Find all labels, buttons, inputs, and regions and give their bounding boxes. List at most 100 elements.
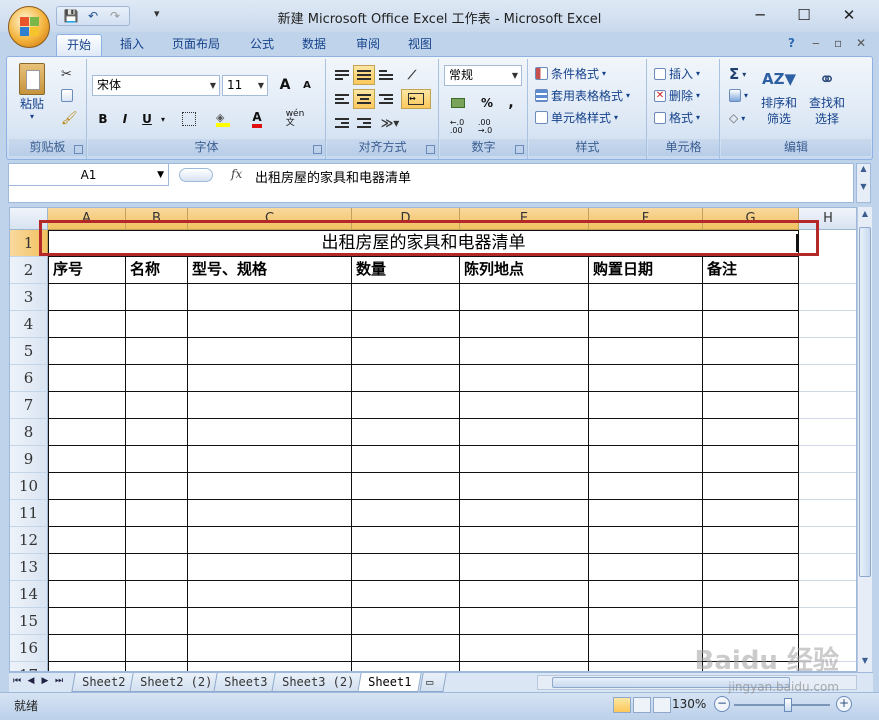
table-header-cell[interactable]: 名称: [126, 257, 188, 284]
alignment-launcher-icon[interactable]: [426, 145, 435, 154]
row-header[interactable]: 16: [10, 635, 48, 662]
zoom-slider-thumb[interactable]: [784, 698, 792, 712]
table-cell[interactable]: [126, 635, 188, 662]
table-cell[interactable]: [188, 662, 352, 671]
number-format-select[interactable]: 常规 ▼: [444, 65, 522, 86]
row-header[interactable]: 6: [10, 365, 48, 392]
table-cell[interactable]: [703, 554, 799, 581]
font-launcher-icon[interactable]: [313, 145, 322, 154]
table-cell[interactable]: [352, 527, 460, 554]
table-cell[interactable]: [188, 527, 352, 554]
row-header[interactable]: 10: [10, 473, 48, 500]
table-cell[interactable]: [703, 419, 799, 446]
table-cell[interactable]: [589, 473, 703, 500]
table-cell[interactable]: [352, 392, 460, 419]
table-cell[interactable]: [799, 284, 856, 311]
table-cell[interactable]: [126, 446, 188, 473]
conditional-format-button[interactable]: 条件格式 ▾: [535, 65, 606, 82]
minimize-button[interactable]: ─: [737, 0, 783, 30]
table-header-cell[interactable]: 型号、规格: [188, 257, 352, 284]
ribbon-close-icon[interactable]: ✕: [856, 36, 866, 50]
number-launcher-icon[interactable]: [515, 145, 524, 154]
table-cell[interactable]: [48, 473, 126, 500]
table-cell[interactable]: [589, 527, 703, 554]
table-cell[interactable]: [589, 554, 703, 581]
table-cell[interactable]: [589, 581, 703, 608]
table-cell[interactable]: [799, 392, 856, 419]
table-cell[interactable]: [188, 581, 352, 608]
page-layout-view-icon[interactable]: [633, 697, 651, 713]
table-cell[interactable]: [589, 608, 703, 635]
first-sheet-icon[interactable]: ⏮: [11, 676, 23, 686]
table-cell[interactable]: [126, 392, 188, 419]
tab-review[interactable]: 审阅: [346, 34, 390, 56]
table-cell[interactable]: [188, 311, 352, 338]
table-cell[interactable]: [703, 365, 799, 392]
table-cell[interactable]: [188, 419, 352, 446]
table-cell[interactable]: [352, 581, 460, 608]
table-cell[interactable]: [188, 635, 352, 662]
row-header[interactable]: 11: [10, 500, 48, 527]
table-cell[interactable]: [48, 662, 126, 671]
table-cell[interactable]: [188, 365, 352, 392]
formula-input[interactable]: 出租房屋的家具和电器清单: [255, 167, 411, 186]
table-cell[interactable]: [352, 311, 460, 338]
merge-center-button[interactable]: ↔: [401, 89, 431, 109]
row-header[interactable]: 8: [10, 419, 48, 446]
table-cell[interactable]: [799, 581, 856, 608]
align-right-icon[interactable]: [375, 89, 397, 109]
table-cell[interactable]: [703, 446, 799, 473]
table-cell[interactable]: [460, 446, 589, 473]
shrink-font-button[interactable]: A: [296, 75, 318, 95]
table-cell[interactable]: [188, 446, 352, 473]
table-cell[interactable]: [352, 284, 460, 311]
table-cell[interactable]: [48, 365, 126, 392]
table-cell[interactable]: [460, 635, 589, 662]
table-cell[interactable]: [126, 473, 188, 500]
table-cell[interactable]: [48, 419, 126, 446]
tab-home[interactable]: 开始: [56, 34, 103, 56]
table-cell[interactable]: [48, 581, 126, 608]
table-cell[interactable]: [352, 662, 460, 671]
row-header[interactable]: 17: [10, 662, 48, 671]
tab-page-layout[interactable]: 页面布局: [162, 34, 230, 56]
table-cell[interactable]: [460, 527, 589, 554]
table-cell[interactable]: [188, 392, 352, 419]
help-icon[interactable]: ?: [788, 36, 795, 50]
autosum-button[interactable]: Σ ▾: [729, 65, 746, 83]
table-cell[interactable]: [188, 473, 352, 500]
underline-button[interactable]: U: [136, 109, 158, 129]
row-header[interactable]: 4: [10, 311, 48, 338]
table-cell[interactable]: [799, 419, 856, 446]
scroll-up-icon[interactable]: ▲: [859, 209, 871, 223]
table-cell[interactable]: [799, 554, 856, 581]
table-cell[interactable]: [589, 500, 703, 527]
table-cell[interactable]: [188, 284, 352, 311]
percent-button[interactable]: %: [476, 93, 498, 113]
table-cell[interactable]: [188, 608, 352, 635]
table-header-cell[interactable]: 数量: [352, 257, 460, 284]
font-size-select[interactable]: 11 ▼: [222, 75, 268, 96]
zoom-slider[interactable]: [734, 704, 830, 706]
table-cell[interactable]: [799, 500, 856, 527]
table-cell[interactable]: [703, 608, 799, 635]
table-cell[interactable]: [703, 338, 799, 365]
delete-cells-button[interactable]: ✕ 删除 ▾: [654, 87, 700, 104]
table-cell[interactable]: [703, 284, 799, 311]
table-cell[interactable]: [126, 284, 188, 311]
table-cell[interactable]: [703, 581, 799, 608]
table-cell[interactable]: [799, 608, 856, 635]
table-cell[interactable]: [799, 446, 856, 473]
table-cell[interactable]: [799, 338, 856, 365]
table-cell[interactable]: [126, 608, 188, 635]
table-cell[interactable]: [589, 365, 703, 392]
table-cell[interactable]: [460, 284, 589, 311]
insert-cells-button[interactable]: 插入 ▾: [654, 65, 700, 82]
align-bottom-icon[interactable]: [375, 65, 397, 85]
grow-font-button[interactable]: A: [274, 75, 296, 95]
bold-button[interactable]: B: [92, 109, 114, 129]
table-cell[interactable]: [126, 338, 188, 365]
row-header[interactable]: 12: [10, 527, 48, 554]
align-center-icon[interactable]: [353, 89, 375, 109]
insert-function-button[interactable]: fx: [231, 167, 242, 181]
